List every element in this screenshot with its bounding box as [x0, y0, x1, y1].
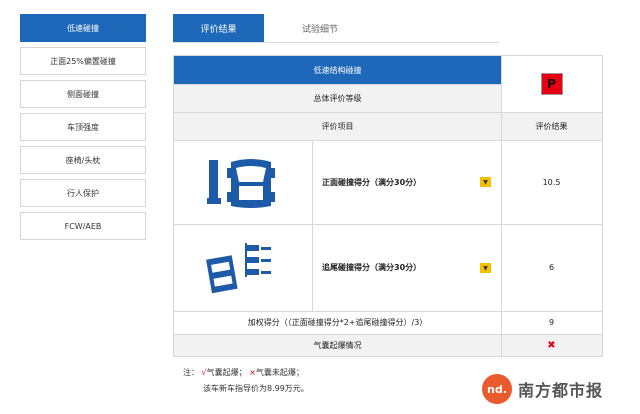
- divider: [174, 224, 602, 225]
- divider: [174, 140, 602, 141]
- front-crash-score-value: 10.5: [542, 177, 561, 187]
- front-crash-score-label: 正面碰撞得分（满分30分）: [312, 140, 501, 224]
- overall-grade-cell: P: [501, 56, 602, 112]
- watermark: nd. 南方都市报: [482, 374, 630, 404]
- sidebar-item-seat-headrest[interactable]: 座椅/头枕: [20, 146, 146, 174]
- cross-icon: ×: [249, 368, 256, 377]
- sidebar-item-side-crash[interactable]: 侧面碰撞: [20, 80, 146, 108]
- tab-label: 评价结果: [200, 24, 237, 35]
- divider: [312, 140, 313, 311]
- column-header-item: 评价项目: [174, 112, 501, 140]
- newspaper-logo-icon: nd.: [482, 374, 512, 404]
- weighted-score-value: 9: [548, 318, 555, 327]
- tab-evaluation-results[interactable]: 评价结果: [173, 14, 264, 42]
- tab-bar: 评价结果 试验细节: [173, 14, 499, 43]
- sidebar-item-label: 侧面碰撞: [67, 89, 99, 99]
- sidebar-item-low-speed-crash[interactable]: 低速碰撞: [20, 14, 146, 42]
- rear-crash-diagram: [174, 224, 312, 311]
- tab-label: 试验细节: [301, 24, 338, 35]
- note-prefix: 注：: [183, 368, 199, 377]
- sidebar-item-label: 行人保护: [67, 188, 99, 198]
- divider: [174, 334, 602, 335]
- results-table: 低速结构碰撞 总体评价等级 P 评价项目 评价结果 正面碰撞得分（满分30分） …: [173, 55, 603, 357]
- front-crash-icon: [207, 159, 275, 208]
- sidebar-item-label: 座椅/头枕: [65, 155, 101, 165]
- divider: [174, 112, 602, 113]
- chevron-down-icon[interactable]: ▼: [480, 177, 491, 187]
- divider: [174, 84, 501, 85]
- grade-badge: P: [540, 73, 563, 95]
- section-title: 低速结构碰撞: [174, 56, 501, 84]
- sidebar-item-label: 正面25%偏置碰撞: [50, 56, 116, 66]
- airbag-not-deployed-icon: ✖: [501, 334, 602, 356]
- overall-rating-label: 总体评价等级: [174, 84, 501, 112]
- rear-crash-score-label: 追尾碰撞得分（满分30分）: [312, 224, 501, 311]
- sidebar-item-label: FCW/AEB: [64, 221, 102, 231]
- divider: [174, 311, 602, 312]
- sidebar-item-front-25-offset[interactable]: 正面25%偏置碰撞: [20, 47, 146, 75]
- airbag-deploy-label: 气囊起爆情况: [174, 334, 501, 356]
- sidebar-item-label: 车顶强度: [67, 122, 99, 132]
- column-header-result: 评价结果: [501, 112, 602, 140]
- note-not-deployed: 气囊未起爆；: [255, 368, 304, 377]
- rear-crash-score-value: 6: [548, 263, 555, 272]
- front-crash-diagram: [174, 140, 312, 224]
- row-label: 追尾碰撞得分（满分30分）: [322, 263, 422, 272]
- sidebar-item-roof-strength[interactable]: 车顶强度: [20, 113, 146, 141]
- sidebar-item-pedestrian[interactable]: 行人保护: [20, 179, 146, 207]
- legend-note: 注： √气囊起爆； ×气囊未起爆；: [183, 367, 304, 378]
- sidebar-item-fcw-aeb[interactable]: FCW/AEB: [20, 212, 146, 240]
- tab-test-details[interactable]: 试验细节: [281, 14, 359, 42]
- row-label: 正面碰撞得分（满分30分）: [322, 177, 422, 187]
- price-note: 该车新车指导价为8.99万元。: [203, 384, 309, 393]
- watermark-name: 南方都市报: [518, 381, 604, 400]
- chevron-down-icon[interactable]: ▼: [480, 263, 491, 273]
- note-deployed: 气囊起爆；: [206, 368, 247, 377]
- weighted-score-label: 加权得分（（正面碰撞得分*2+追尾碰撞得分）/3）: [247, 318, 428, 327]
- sidebar: 低速碰撞 正面25%偏置碰撞 侧面碰撞 车顶强度 座椅/头枕 行人保护 FCW/…: [20, 14, 146, 245]
- sidebar-item-label: 低速碰撞: [67, 23, 99, 33]
- rear-crash-icon: [206, 242, 271, 293]
